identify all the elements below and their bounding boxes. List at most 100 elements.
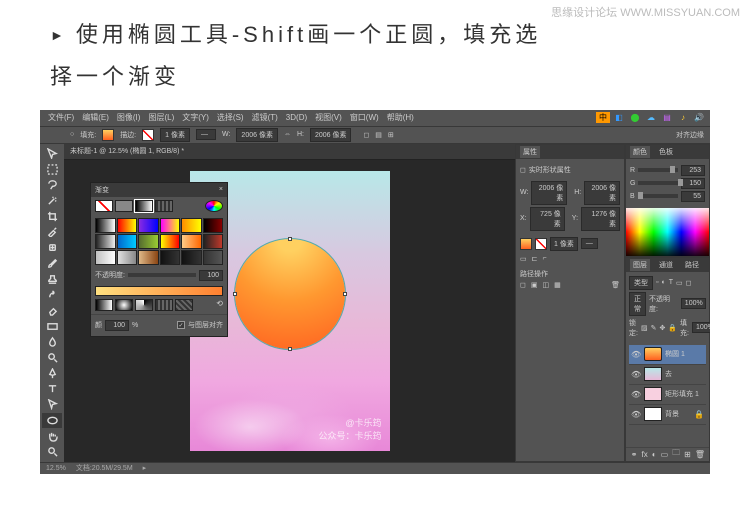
tray-volume-icon[interactable]: 🔊 <box>692 112 706 123</box>
eyedropper-tool[interactable] <box>42 224 62 240</box>
fill-solid-button[interactable] <box>115 200 133 212</box>
gradient-swatch-13[interactable] <box>117 250 138 265</box>
layer-row-3[interactable]: 👁背景🔒 <box>629 405 706 425</box>
layer-fill-field[interactable]: 100% <box>692 322 710 333</box>
g-slider[interactable] <box>638 181 678 185</box>
gradient-tool[interactable] <box>42 318 62 334</box>
type-tool[interactable] <box>42 381 62 397</box>
blur-tool[interactable] <box>42 334 62 350</box>
gradient-swatch-6[interactable] <box>95 234 116 249</box>
lasso-tool[interactable] <box>42 177 62 193</box>
lock-icon-2[interactable]: ✎ <box>651 324 657 332</box>
tray-ime[interactable]: 中 <box>596 112 610 123</box>
transform-handle-right[interactable] <box>343 292 347 296</box>
stroke-style-dropdown[interactable]: — <box>196 129 216 140</box>
align-icon[interactable]: ▤ <box>375 131 382 139</box>
delete-layer-icon[interactable]: 🗑 <box>695 450 705 459</box>
menu-help[interactable]: 帮助(H) <box>387 112 414 123</box>
properties-tab[interactable]: 属性 <box>520 146 540 158</box>
prop-stroke-w[interactable]: 1 像素 <box>550 237 578 251</box>
stroke-cap-icon[interactable]: ⊏ <box>532 255 538 263</box>
color-picker-button[interactable] <box>205 200 223 212</box>
fx-icon[interactable]: fx <box>642 450 648 459</box>
brush-tool[interactable] <box>42 256 62 272</box>
trash-icon[interactable]: 🗑 <box>611 281 620 289</box>
prop-y-field[interactable]: 1276 像素 <box>581 207 620 231</box>
menu-window[interactable]: 窗口(W) <box>350 112 379 123</box>
gradient-swatch-7[interactable] <box>117 234 138 249</box>
prop-h-field[interactable]: 2006 像素 <box>584 181 620 205</box>
dodge-tool[interactable] <box>42 350 62 366</box>
gradient-swatch-11[interactable] <box>203 234 224 249</box>
prop-w-field[interactable]: 2006 像素 <box>531 181 567 205</box>
diamond-gradient-button[interactable] <box>175 299 193 311</box>
stroke-corner-icon[interactable]: ⌐ <box>543 255 547 262</box>
wand-tool[interactable] <box>42 193 62 209</box>
menu-edit[interactable]: 编辑(E) <box>82 112 109 123</box>
gradient-swatch-4[interactable] <box>181 218 202 233</box>
pathop-3[interactable]: ◫ <box>542 281 549 289</box>
radial-gradient-button[interactable] <box>115 299 133 311</box>
footer-opacity-field[interactable]: 100 <box>105 320 129 331</box>
height-field[interactable]: 2006 像素 <box>310 128 352 142</box>
gradient-swatch-12[interactable] <box>95 250 116 265</box>
gradient-swatch-17[interactable] <box>203 250 224 265</box>
g-field[interactable]: 150 <box>681 178 705 189</box>
blend-mode-dropdown[interactable]: 正常 <box>629 292 646 316</box>
move-tool[interactable] <box>42 146 62 162</box>
menu-layer[interactable]: 图层(L) <box>148 112 174 123</box>
color-spectrum[interactable] <box>626 208 709 256</box>
zoom-level[interactable]: 12.5% <box>46 465 66 472</box>
pathop-1[interactable]: ◻ <box>520 281 526 289</box>
menu-file[interactable]: 文件(F) <box>48 112 74 123</box>
gradient-swatch-15[interactable] <box>160 250 181 265</box>
link-icon[interactable]: ⇔ <box>284 131 291 138</box>
tray-icon-3[interactable]: ☁ <box>644 112 658 123</box>
tray-icon-1[interactable]: ◧ <box>612 112 626 123</box>
gradient-swatch-2[interactable] <box>138 218 159 233</box>
prop-fill-swatch[interactable] <box>520 238 532 250</box>
transform-handle-top[interactable] <box>288 237 292 241</box>
stroke-align-icon[interactable]: ▭ <box>520 255 527 263</box>
document-tab[interactable]: 未标题-1 @ 12.5% (椭圆 1, RGB/8) * <box>70 146 184 156</box>
menu-filter[interactable]: 滤镜(T) <box>252 112 278 123</box>
filter-icon-5[interactable]: ◻ <box>686 279 692 287</box>
new-layer-icon[interactable]: ⊞ <box>684 450 691 459</box>
eraser-tool[interactable] <box>42 303 62 319</box>
pathops-icon[interactable]: ◻ <box>363 131 369 139</box>
angle-gradient-button[interactable] <box>135 299 153 311</box>
prop-x-field[interactable]: 725 像素 <box>530 207 565 231</box>
link-layers-icon[interactable]: ⚭ <box>631 450 638 459</box>
menu-view[interactable]: 视图(V) <box>315 112 342 123</box>
path-select-tool[interactable] <box>42 397 62 413</box>
menu-type[interactable]: 文字(Y) <box>182 112 209 123</box>
prop-stroke-style[interactable]: — <box>581 238 598 249</box>
filter-icon-4[interactable]: ▭ <box>676 279 683 287</box>
fill-swatch[interactable] <box>102 129 114 141</box>
transform-handle-bottom[interactable] <box>288 347 292 351</box>
status-arrow-icon[interactable]: ▸ <box>143 464 147 472</box>
pathop-2[interactable]: ▣ <box>531 281 538 289</box>
pen-tool[interactable] <box>42 365 62 381</box>
reflected-gradient-button[interactable] <box>155 299 173 311</box>
b-slider[interactable] <box>638 194 678 198</box>
marquee-tool[interactable] <box>42 161 62 177</box>
current-tool-icon[interactable]: ○ <box>70 131 74 138</box>
color-tab[interactable]: 颜色 <box>630 146 650 158</box>
menu-select[interactable]: 选择(S) <box>217 112 244 123</box>
menu-3d[interactable]: 3D(D) <box>286 113 307 122</box>
stamp-tool[interactable] <box>42 271 62 287</box>
opacity-slider[interactable] <box>128 273 196 277</box>
crop-tool[interactable] <box>42 208 62 224</box>
adjust-icon[interactable]: ▭ <box>661 450 669 459</box>
fill-gradient-button[interactable] <box>135 200 153 212</box>
channels-tab[interactable]: 通道 <box>656 259 676 271</box>
layers-tab[interactable]: 图层 <box>630 259 650 271</box>
align-edges-label[interactable]: 对齐边缘 <box>676 130 704 140</box>
history-brush-tool[interactable] <box>42 287 62 303</box>
swatches-tab[interactable]: 色板 <box>656 146 676 158</box>
menu-image[interactable]: 图像(I) <box>117 112 141 123</box>
fill-pattern-button[interactable] <box>155 200 173 212</box>
ellipse-shape[interactable] <box>235 239 345 349</box>
gradient-swatch-1[interactable] <box>117 218 138 233</box>
